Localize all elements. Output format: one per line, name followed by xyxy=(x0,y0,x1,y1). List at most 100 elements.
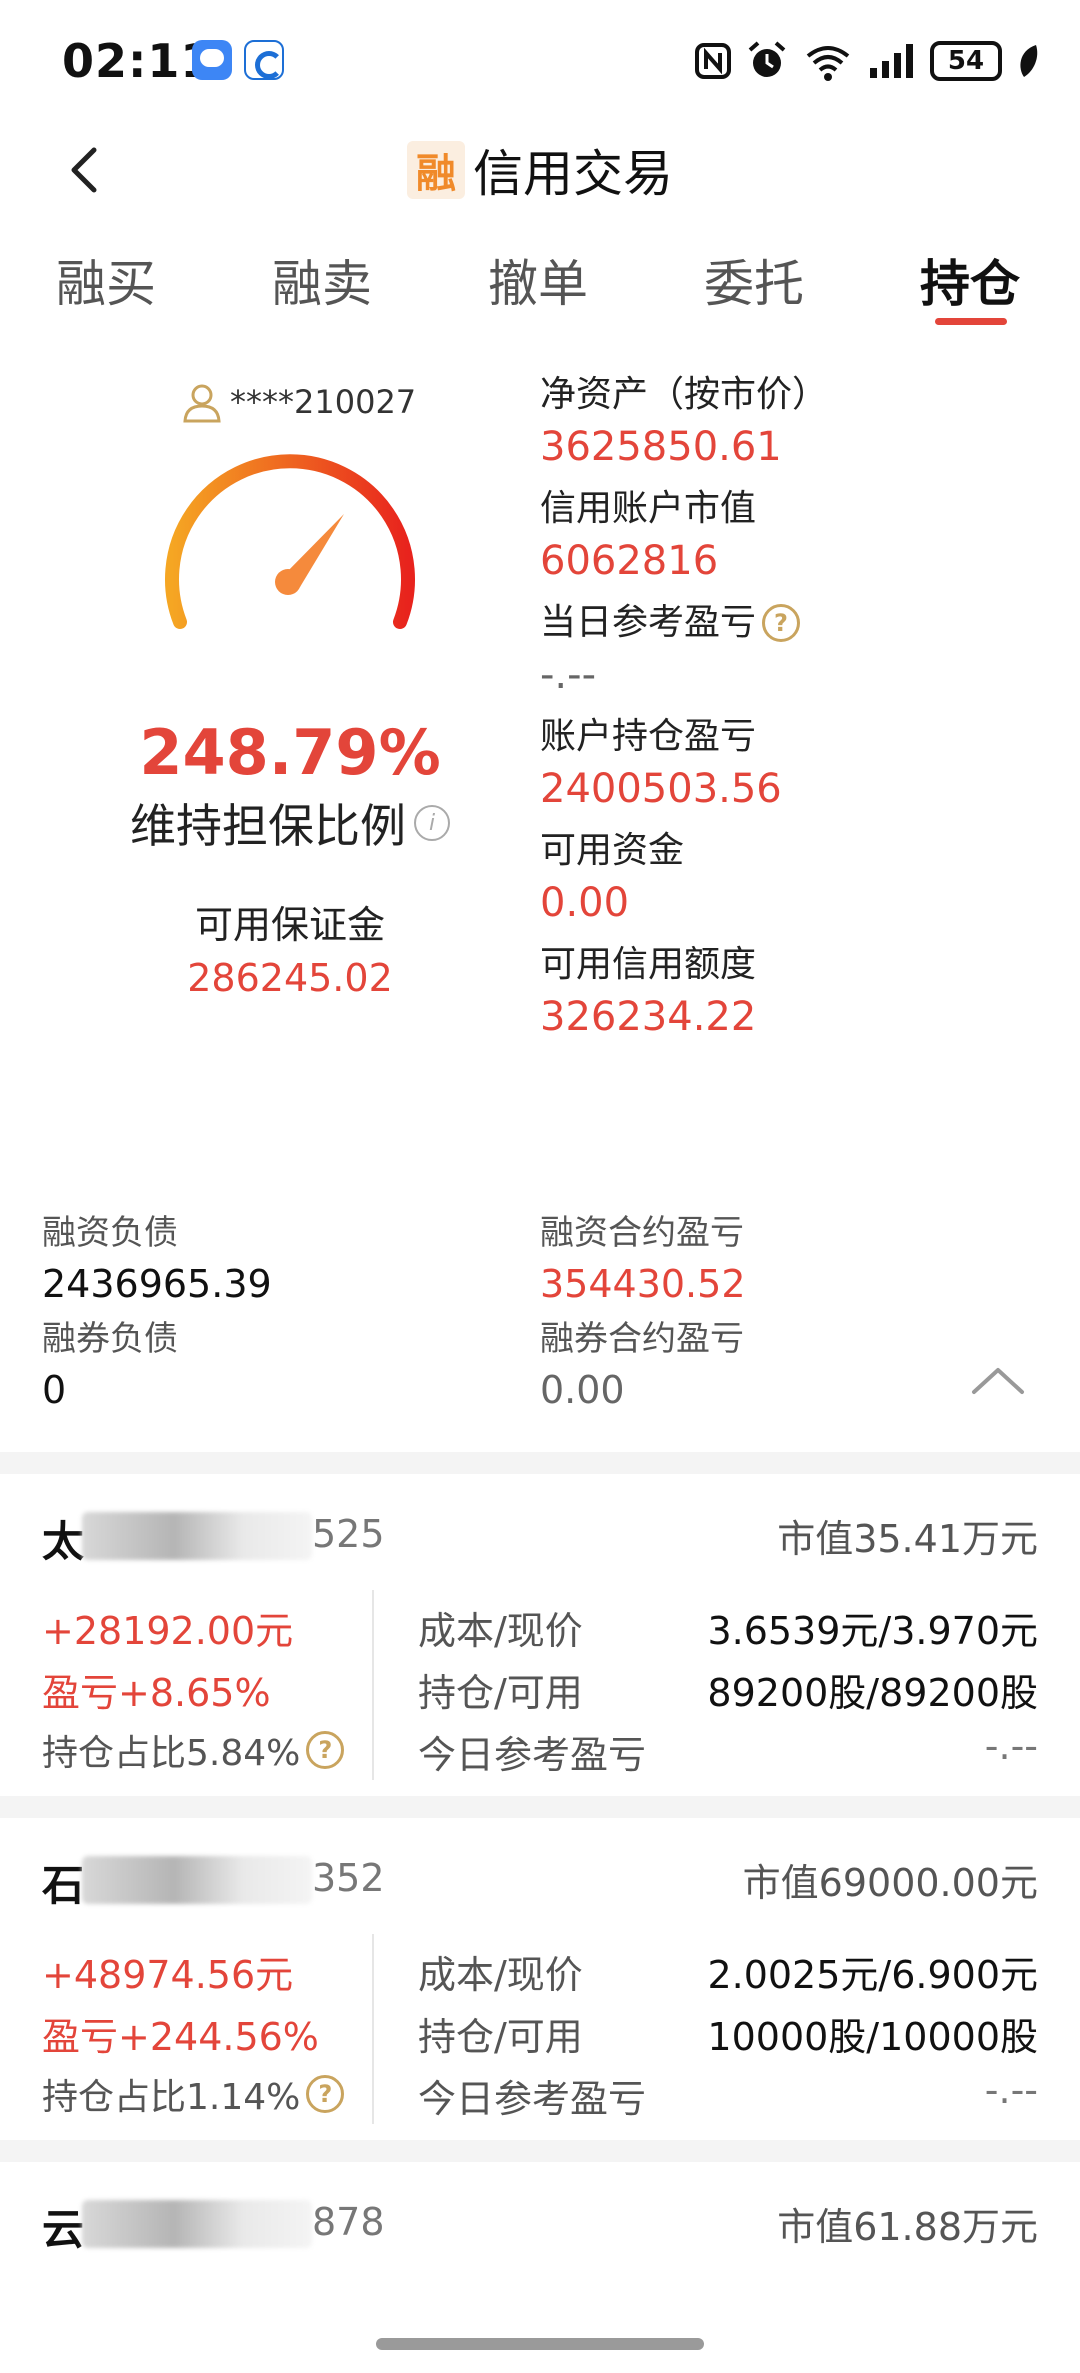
metric-label-text: 当日参考盈亏 xyxy=(540,602,757,643)
margin-contract-pnl-value: 354430.52 xyxy=(540,1262,746,1306)
section-divider xyxy=(0,1452,1080,1474)
metric-label: 信用账户市值 xyxy=(540,488,757,529)
available-margin-label: 可用保证金 xyxy=(194,903,385,947)
tab-orders[interactable]: 委托 xyxy=(704,244,804,316)
home-indicator[interactable] xyxy=(376,2338,704,2350)
stock-code: 878 xyxy=(312,2200,385,2244)
cost-label: 成本/现价 xyxy=(418,1953,583,1997)
market-value: 市值61.88万元 xyxy=(777,2205,1038,2249)
margin-contract-pnl: 融资合约盈亏 354430.52 xyxy=(540,1210,746,1312)
status-time: 02:11 xyxy=(62,34,214,88)
account-id: ****210027 xyxy=(180,380,416,424)
metric-net-assets: 净资产（按市价） 3625850.61 xyxy=(540,370,1060,484)
position-share: 持仓占比5.84% ? xyxy=(42,1724,345,1776)
position-pnl-pct: 盈亏+244.56% xyxy=(42,2015,319,2059)
alarm-icon xyxy=(748,41,786,77)
short-contract-pnl-value: 0.00 xyxy=(540,1368,625,1412)
metric-label: 账户持仓盈亏 xyxy=(540,716,757,757)
position-share: 持仓占比1.14% ? xyxy=(42,2068,345,2120)
redaction-blur xyxy=(82,1856,312,1904)
metric-label: 可用资金 xyxy=(540,830,685,871)
brand-rong-icon: 融 xyxy=(407,141,465,199)
position-card[interactable]: 云 878 市值61.88万元 xyxy=(0,2162,1080,2332)
section-divider xyxy=(0,2140,1080,2162)
cost-row: 成本/现价 3.6539元/3.970元 xyxy=(418,1600,1038,1655)
gauge-arc xyxy=(165,454,415,629)
cost-value: 2.0025元/6.900元 xyxy=(707,1953,1038,1997)
battery-icon: 54 xyxy=(930,41,1002,81)
system-icons: 54 xyxy=(694,38,1040,84)
today-pnl-label: 今日参考盈亏 xyxy=(418,2077,647,2121)
gauge-needle xyxy=(275,514,344,595)
short-debt-value: 0 xyxy=(42,1368,67,1412)
short-contract-pnl-label: 融券合约盈亏 xyxy=(540,1319,744,1359)
metric-label: 净资产（按市价） xyxy=(540,374,829,415)
metric-position-pnl: 账户持仓盈亏 2400503.56 xyxy=(540,712,1060,826)
quantity-row: 持仓/可用 89200股/89200股 xyxy=(418,1662,1038,1717)
section-divider xyxy=(0,1796,1080,1818)
leaf-icon xyxy=(1020,45,1038,77)
chat-app-icon xyxy=(192,40,232,80)
nav-bar: 融 信用交易 xyxy=(0,120,1080,220)
tab-positions[interactable]: 持仓 xyxy=(920,244,1020,316)
margin-debt: 融资负债 2436965.39 xyxy=(42,1210,272,1312)
margin-debt-label: 融资负债 xyxy=(42,1213,178,1253)
info-icon[interactable]: i xyxy=(414,805,450,841)
metric-available-cash: 可用资金 0.00 xyxy=(540,826,1060,940)
tab-margin-sell[interactable]: 融卖 xyxy=(272,244,372,316)
metric-value: 6062816 xyxy=(540,538,719,584)
column-divider xyxy=(372,1934,374,2124)
position-pnl-pct: 盈亏+8.65% xyxy=(42,1671,271,1715)
metric-value: 326234.22 xyxy=(540,994,757,1040)
today-pnl-label: 今日参考盈亏 xyxy=(418,1733,647,1777)
metric-daily-pnl: 当日参考盈亏 ? -.-- xyxy=(540,598,1060,712)
chevron-up-icon[interactable] xyxy=(968,1360,1028,1400)
help-icon[interactable]: ? xyxy=(762,604,801,642)
help-icon[interactable]: ? xyxy=(306,1731,345,1769)
metric-value: -.-- xyxy=(540,652,597,698)
stock-code: 352 xyxy=(312,1856,385,1900)
trade-tabs: 融买 融卖 撤单 委托 持仓 xyxy=(0,244,1080,334)
market-value: 市值35.41万元 xyxy=(777,1517,1038,1561)
maintenance-ratio-gauge xyxy=(165,454,415,629)
stock-name: 云 xyxy=(42,2205,85,2254)
nav-title-group: 融 信用交易 xyxy=(0,134,1080,206)
signal-icon xyxy=(870,44,913,78)
maintenance-ratio-label: 维持担保比例 i xyxy=(0,790,580,856)
quantity-label: 持仓/可用 xyxy=(418,1671,583,1715)
stock-name: 太 xyxy=(42,1517,85,1566)
bank-app-icon xyxy=(244,40,284,80)
stock-name: 石 xyxy=(42,1861,85,1910)
margin-contract-pnl-label: 融资合约盈亏 xyxy=(540,1213,744,1253)
metric-label: 可用信用额度 xyxy=(540,944,757,985)
position-pnl: +48974.56元 xyxy=(42,1953,294,1997)
nfc-icon xyxy=(695,43,731,79)
debt-summary: 融资负债 2436965.39 融券负债 0 融资合约盈亏 354430.52 … xyxy=(0,1210,1080,1430)
short-contract-pnl: 融券合约盈亏 0.00 xyxy=(540,1316,744,1418)
metric-value: 0.00 xyxy=(540,880,630,926)
status-bar: 02:11 54 xyxy=(0,0,1080,120)
stock-code: 525 xyxy=(312,1512,385,1556)
today-pnl-value: -.-- xyxy=(984,1724,1038,1768)
quantity-row: 持仓/可用 10000股/10000股 xyxy=(418,2006,1038,2061)
metric-label: 当日参考盈亏 ? xyxy=(540,598,1060,648)
market-value: 市值69000.00元 xyxy=(742,1861,1038,1905)
wifi-6-icon xyxy=(806,46,850,81)
margin-debt-value: 2436965.39 xyxy=(42,1262,272,1306)
tab-margin-buy[interactable]: 融买 xyxy=(56,244,156,316)
redaction-blur xyxy=(82,1512,312,1560)
short-debt-label: 融券负债 xyxy=(42,1319,178,1359)
tab-cancel-order[interactable]: 撤单 xyxy=(488,244,588,316)
maintenance-ratio-value: 248.79% xyxy=(139,716,441,789)
metric-value: 2400503.56 xyxy=(540,766,782,812)
help-icon[interactable]: ? xyxy=(306,2075,345,2113)
redaction-blur xyxy=(82,2200,312,2248)
position-card[interactable]: 太 525 市值35.41万元 +28192.00元 盈亏+8.65% 持仓占比… xyxy=(0,1474,1080,1794)
today-pnl-row: 今日参考盈亏 -.-- xyxy=(418,2068,1038,2123)
user-icon xyxy=(183,384,221,423)
quantity-label: 持仓/可用 xyxy=(418,2015,583,2059)
maintenance-ratio-text: 维持担保比例 xyxy=(130,799,406,853)
metric-available-credit: 可用信用额度 326234.22 xyxy=(540,940,1060,1054)
position-card[interactable]: 石 352 市值69000.00元 +48974.56元 盈亏+244.56% … xyxy=(0,1818,1080,2138)
today-pnl-value: -.-- xyxy=(984,2068,1038,2112)
